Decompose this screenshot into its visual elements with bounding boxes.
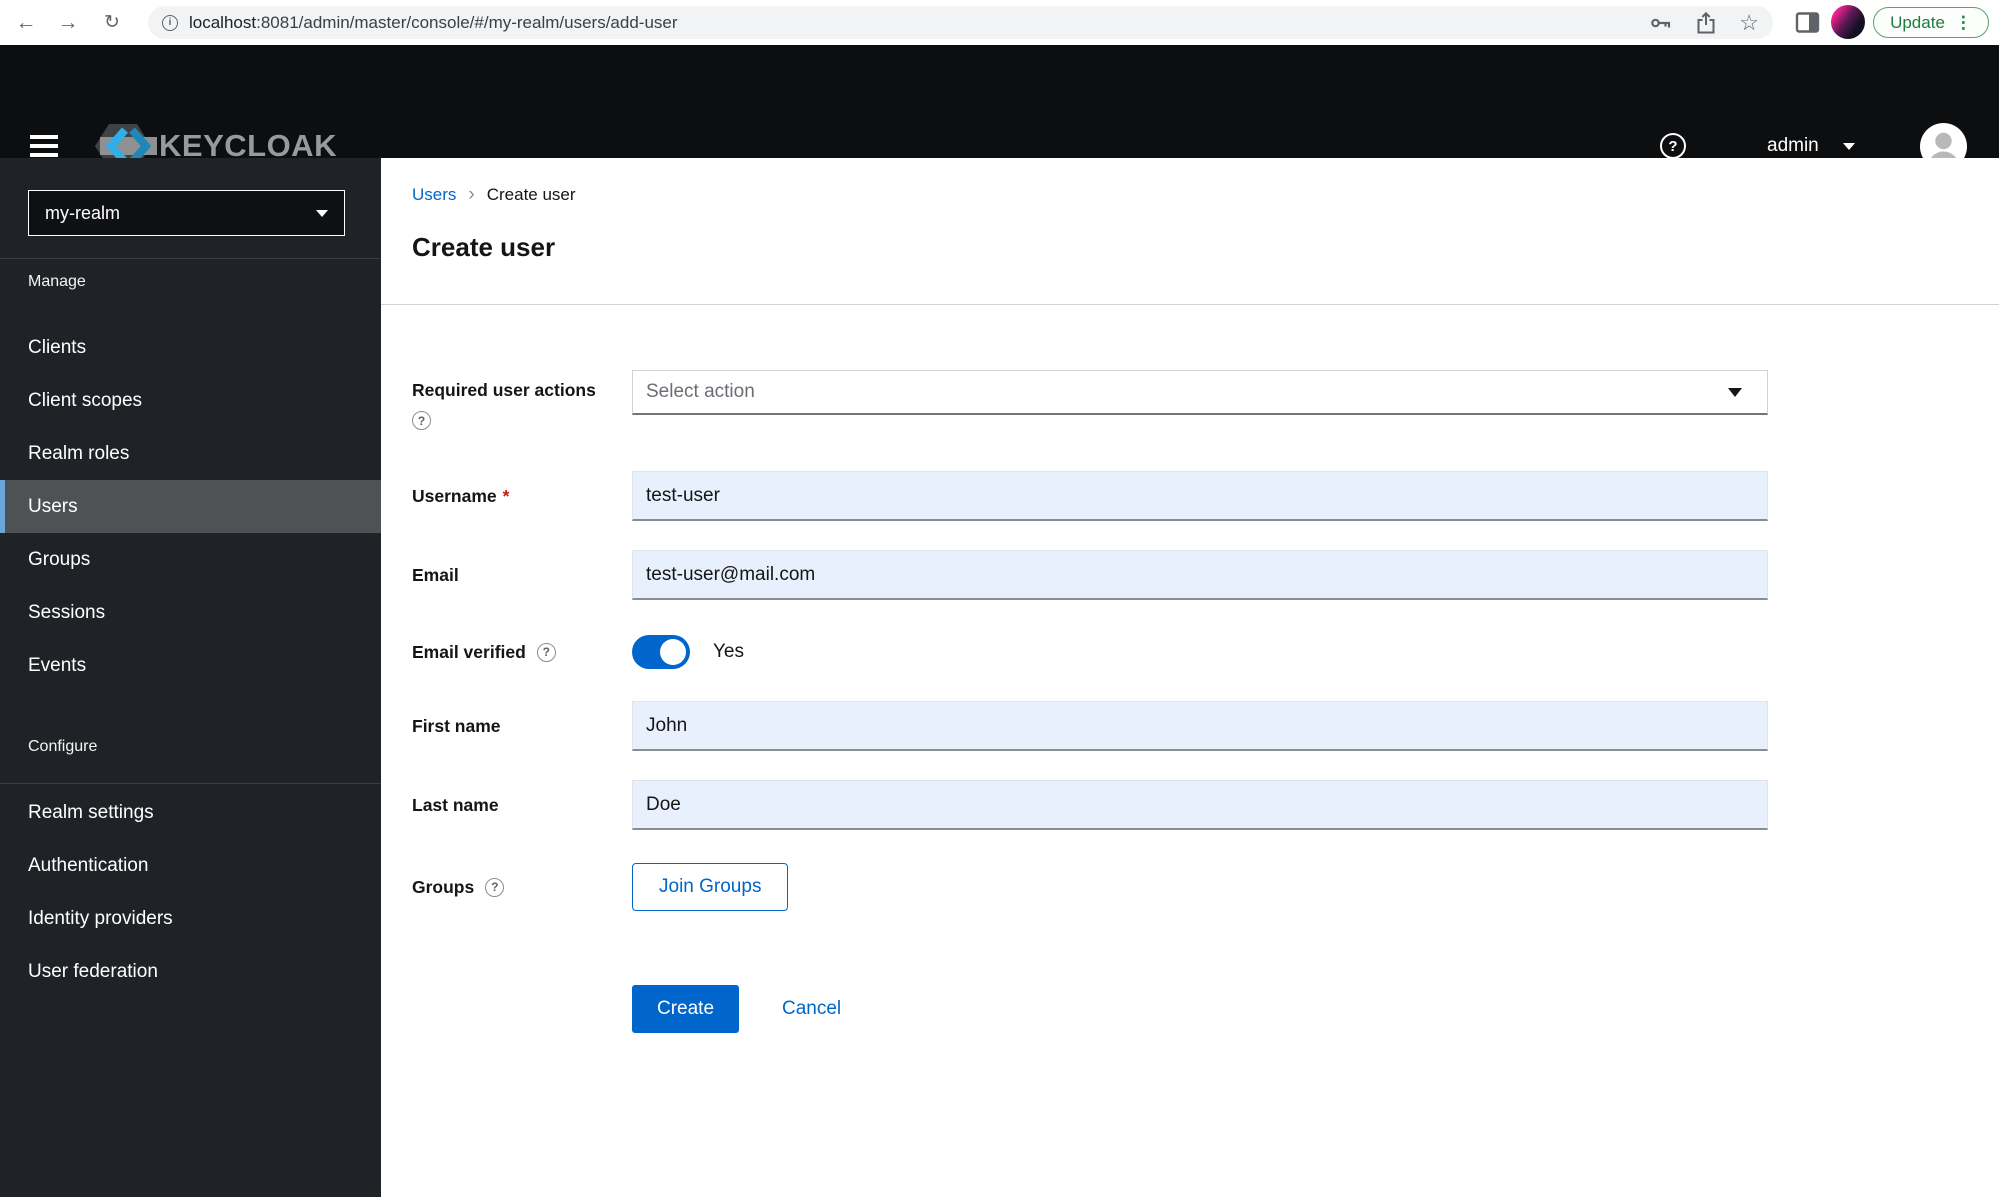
user-menu-label: admin (1767, 135, 1819, 156)
sidebar-item-identity-providers[interactable]: Identity providers (0, 892, 381, 945)
groups-help-icon[interactable]: ? (485, 877, 505, 897)
sidebar-item-clients[interactable]: Clients (0, 321, 381, 374)
sidebar-item-user-federation[interactable]: User federation (0, 945, 381, 998)
user-menu[interactable]: admin (1767, 135, 1855, 157)
last-name-field[interactable] (632, 780, 1768, 830)
site-info-icon[interactable]: i (162, 14, 178, 31)
sidebar-item-client-scopes[interactable]: Client scopes (0, 374, 381, 427)
cancel-button[interactable]: Cancel (782, 998, 841, 1020)
sidebar-item-realm-settings[interactable]: Realm settings (0, 786, 381, 839)
required-user-actions-label: Required user actions (412, 380, 596, 400)
email-verified-label: Email verified (412, 641, 526, 662)
page-title: Create user (412, 232, 556, 262)
reload-icon[interactable]: ↻ (92, 0, 132, 45)
chevron-down-icon (1728, 387, 1742, 397)
side-panel-icon[interactable] (1795, 10, 1820, 35)
first-name-field[interactable] (632, 701, 1768, 751)
toggle-knob (660, 639, 686, 665)
back-icon[interactable]: ← (6, 0, 46, 45)
realm-selector-value: my-realm (45, 202, 120, 223)
sidebar-item-groups[interactable]: Groups (0, 533, 381, 586)
sidebar-divider (0, 783, 381, 784)
sidebar-item-sessions[interactable]: Sessions (0, 586, 381, 639)
required-user-actions-label-wrap: Required user actions ? (412, 370, 632, 430)
breadcrumb-separator-icon: › (468, 184, 475, 205)
first-name-label: First name (412, 715, 501, 736)
sidebar-divider (0, 258, 381, 259)
required-user-actions-select[interactable]: Select action (632, 370, 1768, 415)
title-divider (381, 304, 1999, 305)
username-row: Username * (412, 471, 1768, 521)
address-bar-actions: ☆ (1649, 11, 1759, 35)
browser-toolbar: ← → ↻ i localhost:8081/admin/master/cons… (0, 0, 1999, 45)
email-label: Email (412, 564, 459, 585)
username-label: Username (412, 485, 497, 506)
sidebar-item-users[interactable]: Users (0, 480, 381, 533)
required-user-actions-help-icon[interactable]: ? (412, 411, 431, 430)
manage-nav-list: Clients Client scopes Realm roles Users … (0, 321, 381, 692)
required-asterisk: * (502, 485, 510, 506)
url-text: localhost:8081/admin/master/console/#/my… (189, 13, 678, 33)
last-name-label: Last name (412, 794, 499, 815)
help-icon[interactable]: ? (1660, 133, 1686, 159)
email-label-wrap: Email (412, 565, 632, 586)
groups-label-wrap: Groups ? (412, 877, 632, 898)
chevron-down-icon (1842, 142, 1855, 150)
browser-profile-avatar[interactable] (1831, 5, 1865, 39)
url-host: localhost (189, 12, 257, 32)
username-input[interactable] (632, 471, 1768, 521)
last-name-row: Last name (412, 780, 1768, 830)
email-field[interactable] (632, 550, 1768, 600)
password-key-icon[interactable] (1649, 11, 1673, 35)
url-path: :8081/admin/master/console/#/my-realm/us… (256, 12, 678, 32)
chevron-down-icon (316, 209, 328, 217)
first-name-row: First name (412, 701, 1768, 751)
groups-row: Groups ? Join Groups (412, 863, 789, 911)
breadcrumb-current: Create user (486, 185, 576, 204)
email-verified-state: Yes (713, 641, 744, 662)
nav-group-manage: Manage (28, 273, 86, 290)
masthead: KEYCLOAK ? admin (0, 45, 1999, 170)
breadcrumb-users-link[interactable]: Users (412, 185, 456, 205)
share-icon[interactable] (1694, 11, 1718, 35)
sidebar-item-events[interactable]: Events (0, 639, 381, 692)
breadcrumb: Users › Create user (412, 184, 576, 206)
main-content: Users › Create user Create user Required… (381, 158, 1999, 1197)
update-button[interactable]: Update ⋮ (1873, 7, 1989, 38)
last-name-label-wrap: Last name (412, 795, 632, 816)
email-verified-help-icon[interactable]: ? (536, 642, 556, 662)
email-row: Email (412, 550, 1768, 600)
form-actions-row: Create Cancel (412, 985, 841, 1033)
update-label: Update (1890, 12, 1945, 32)
nav-group-configure: Configure (28, 738, 98, 755)
configure-nav-list: Realm settings Authentication Identity p… (0, 786, 381, 998)
sidebar-item-authentication[interactable]: Authentication (0, 839, 381, 892)
select-placeholder: Select action (646, 381, 755, 402)
address-bar[interactable]: i localhost:8081/admin/master/console/#/… (148, 6, 1773, 39)
create-button[interactable]: Create (632, 985, 739, 1033)
join-groups-button[interactable]: Join Groups (632, 863, 789, 911)
email-verified-row: Email verified ? Yes (412, 635, 744, 669)
email-verified-toggle[interactable] (632, 635, 690, 669)
required-user-actions-row: Required user actions ? Select action (412, 370, 1768, 430)
email-verified-label-wrap: Email verified ? (412, 642, 632, 663)
groups-label: Groups (412, 876, 475, 897)
first-name-label-wrap: First name (412, 716, 632, 737)
username-label-wrap: Username * (412, 486, 632, 507)
sidebar-nav: my-realm Manage Clients Client scopes Re… (0, 158, 381, 1197)
bookmark-star-icon[interactable]: ☆ (1739, 11, 1759, 34)
browser-menu-icon[interactable]: ⋮ (1955, 13, 1972, 33)
forward-icon[interactable]: → (48, 0, 88, 45)
sidebar-item-realm-roles[interactable]: Realm roles (0, 427, 381, 480)
realm-selector[interactable]: my-realm (28, 190, 345, 236)
